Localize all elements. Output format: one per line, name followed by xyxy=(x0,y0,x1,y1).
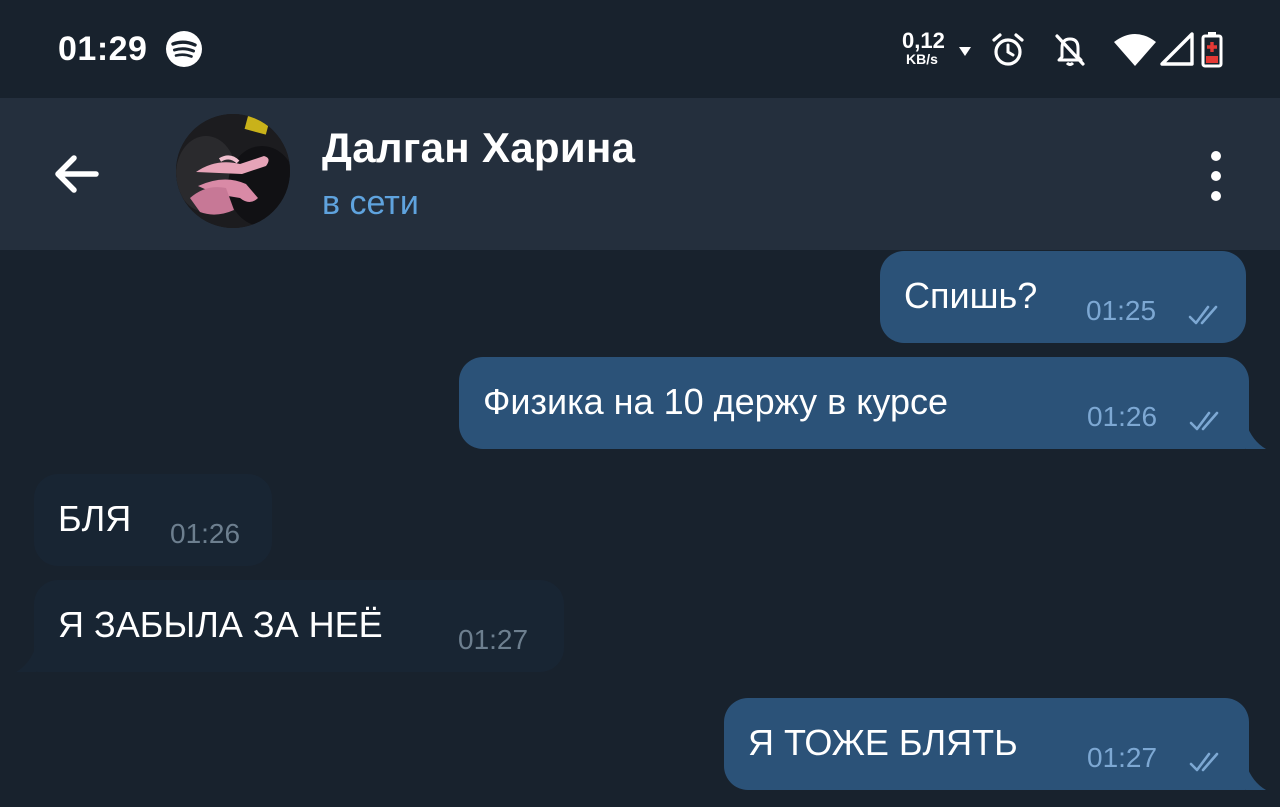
message-time: 01:27 xyxy=(458,624,529,655)
signal-icon xyxy=(1160,32,1194,66)
arrow-left-icon[interactable] xyxy=(48,146,104,202)
contact-name[interactable]: Далган Харина xyxy=(322,124,635,172)
spotify-icon xyxy=(166,31,202,67)
network-speed-value: 0,12 xyxy=(902,28,945,53)
message-text: Физика на 10 держу в курсе xyxy=(483,381,949,422)
message-outgoing[interactable]: Физика на 10 держу в курсе 01:26 xyxy=(459,357,1249,449)
double-check-icon xyxy=(1189,752,1219,772)
message-time: 01:25 xyxy=(1086,295,1157,326)
status-time: 01:29 xyxy=(58,30,148,68)
message-time: 01:26 xyxy=(1087,401,1158,432)
more-vertical-icon[interactable] xyxy=(1196,148,1236,204)
network-speed-unit: KB/s xyxy=(906,51,938,67)
chat-header: Далган Харина в сети xyxy=(0,98,1280,250)
message-text: Спишь? xyxy=(904,275,1038,316)
battery-low-icon xyxy=(1201,32,1223,68)
double-check-icon xyxy=(1188,305,1218,325)
message-time: 01:26 xyxy=(170,518,241,549)
wifi-icon xyxy=(1114,34,1156,66)
message-text: Я ТОЖЕ БЛЯТЬ xyxy=(748,722,1018,763)
status-bar: 01:29 0,12 KB/s xyxy=(0,0,1280,98)
network-speed: 0,12 KB/s xyxy=(900,28,954,72)
message-text: БЛЯ xyxy=(58,498,132,539)
message-text: Я ЗАБЫЛА ЗА НЕЁ xyxy=(58,604,383,645)
download-arrow-icon xyxy=(959,47,971,56)
message-incoming[interactable]: Я ЗАБЫЛА ЗА НЕЁ 01:27 xyxy=(34,580,564,672)
message-incoming[interactable]: БЛЯ 01:26 xyxy=(34,474,272,566)
bubble-tail xyxy=(1246,423,1266,449)
double-check-icon xyxy=(1189,411,1219,431)
bubble-tail xyxy=(1246,764,1266,790)
contact-status: в сети xyxy=(322,184,419,222)
avatar[interactable] xyxy=(176,114,290,228)
message-time: 01:27 xyxy=(1087,742,1158,773)
alarm-icon xyxy=(992,33,1024,66)
message-outgoing[interactable]: Спишь? 01:25 xyxy=(880,251,1246,343)
avatar-image xyxy=(176,114,290,228)
notifications-off-icon xyxy=(1055,34,1085,66)
bubble-tail xyxy=(16,646,36,672)
message-outgoing[interactable]: Я ТОЖЕ БЛЯТЬ 01:27 xyxy=(724,698,1249,790)
